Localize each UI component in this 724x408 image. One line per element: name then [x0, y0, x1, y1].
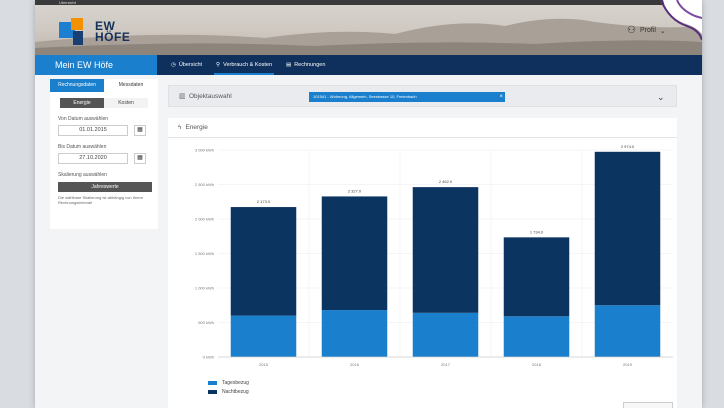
calendar-icon[interactable]: ▦ — [134, 153, 146, 164]
logo[interactable]: EW HÖFE — [59, 18, 130, 46]
nav-item-consumption[interactable]: ⚲ Verbrauch & Kosten — [214, 55, 274, 75]
bar-total-label: 2 974.0 — [621, 144, 635, 149]
tab-billing-data[interactable]: Rechnungsdaten — [50, 79, 104, 92]
chart-card: ϟ Energie 0 kWh 500 kWh 1 000 kWh 1 500 kWh… — [168, 118, 677, 408]
top-strip: Ubersicht — [35, 0, 702, 5]
top-strip-text: Ubersicht — [59, 0, 76, 5]
bar-segment-tagesbezug — [321, 310, 388, 357]
bar-segment-nachtbezug — [503, 237, 570, 317]
scale-select-button[interactable]: Jahreswerte — [58, 182, 152, 192]
bar-segment-tagesbezug — [230, 315, 297, 357]
bar-total-label: 2 173.0 — [257, 199, 271, 204]
profile-label: Profil — [639, 27, 656, 34]
bar-segment-tagesbezug — [503, 316, 570, 357]
bar-segment-tagesbezug — [412, 312, 479, 357]
chevron-down-icon[interactable]: ⌄ — [657, 86, 665, 108]
from-date-input[interactable]: 01.01.2015 — [58, 125, 128, 136]
building-icon: ▥ — [179, 93, 186, 100]
invoice-icon: ▤ — [286, 62, 292, 68]
y-tick-label: 500 kWh — [198, 320, 214, 325]
y-tick-label: 1 500 kWh — [195, 251, 214, 256]
chart-card-title: Energie — [185, 124, 208, 131]
legend-swatch — [208, 380, 217, 385]
object-select[interactable]: ▥ Objektauswahl 101541 - Wohnung, Allgem… — [168, 85, 677, 107]
app-window: Ubersicht EW HÖFE ⚇ Profil ⌄ Mein EW Höf… — [35, 0, 702, 408]
site-header: Ubersicht EW HÖFE ⚇ Profil ⌄ — [35, 0, 702, 55]
main-nav: Mein EW Höfe ◷ Übersicht ⚲ Verbrauch & K… — [35, 55, 702, 75]
x-tick-label: 2018 — [532, 362, 542, 367]
selected-object-chip[interactable]: 101541 - Wohnung, Allgemein, Seestrasse … — [309, 92, 505, 102]
logo-mark — [59, 18, 91, 46]
mode-toggle: Energie Kosten — [60, 98, 148, 108]
bolt-icon: ⚲ — [216, 62, 221, 68]
segment-energy[interactable]: Energie — [60, 98, 104, 108]
y-tick-label: 1 000 kWh — [195, 286, 214, 291]
x-tick-label: 2016 — [350, 362, 360, 367]
x-tick-label: 2019 — [623, 362, 633, 367]
remove-chip-icon[interactable]: × — [499, 92, 503, 102]
scale-hint: Die wählbare Skalierung ist abhängig von… — [58, 195, 143, 205]
legend-item[interactable]: Tagesbezug — [208, 378, 249, 387]
bar-segment-nachtbezug — [230, 207, 297, 316]
to-date-input[interactable]: 27.10.2020 — [58, 153, 128, 164]
bar-segment-nachtbezug — [594, 151, 661, 306]
bolt-icon: ϟ — [178, 124, 182, 131]
bar-total-label: 2 462.0 — [439, 179, 453, 184]
bar-segment-nachtbezug — [412, 187, 479, 313]
bar-segment-tagesbezug — [594, 305, 661, 357]
from-date-label: Von Datum auswählen — [58, 116, 109, 122]
nav-item-invoices[interactable]: ▤ Rechnungen — [284, 55, 327, 75]
bar-total-label: 2 327.0 — [348, 188, 362, 193]
filter-panel: Rechnungsdaten Messdaten Energie Kosten … — [50, 79, 158, 229]
energy-chart: 0 kWh 500 kWh 1 000 kWh 1 500 kWh 2 000 kWh 2… — [195, 144, 673, 367]
legend-item[interactable]: Nachtbezug — [208, 387, 249, 396]
chart-card-header: ϟ Energie — [168, 118, 677, 138]
x-tick-label: 2017 — [441, 362, 451, 367]
tab-measurement-data[interactable]: Messdaten — [104, 79, 158, 92]
nav-brand[interactable]: Mein EW Höfe — [35, 55, 157, 75]
user-icon: ⚇ — [627, 25, 636, 36]
scale-label: Skalierung auswählen — [58, 172, 107, 178]
y-tick-label: 2 000 kWh — [195, 217, 214, 222]
bar-total-label: 1 734.0 — [530, 229, 544, 234]
mountain-banner — [35, 18, 702, 55]
logo-text: EW HÖFE — [95, 19, 131, 44]
object-select-label: Objektauswahl — [189, 93, 232, 100]
decorative-corner — [660, 0, 702, 41]
bar-segment-nachtbezug — [321, 196, 388, 311]
y-tick-label: 0 kWh — [203, 355, 214, 360]
nav-item-overview[interactable]: ◷ Übersicht — [169, 55, 204, 75]
to-date-label: Bis Datum auswählen — [58, 144, 107, 150]
y-tick-label: 3 000 kWh — [195, 148, 214, 153]
chart-legend: Tagesbezug Nachtbezug — [208, 378, 249, 396]
export-button[interactable] — [623, 402, 673, 408]
segment-costs[interactable]: Kosten — [104, 98, 148, 108]
x-tick-label: 2015 — [259, 362, 269, 367]
legend-swatch — [208, 389, 217, 394]
calendar-icon[interactable]: ▦ — [134, 125, 146, 136]
chart-icon: ◷ — [171, 62, 176, 68]
y-tick-label: 2 500 kWh — [195, 182, 214, 187]
